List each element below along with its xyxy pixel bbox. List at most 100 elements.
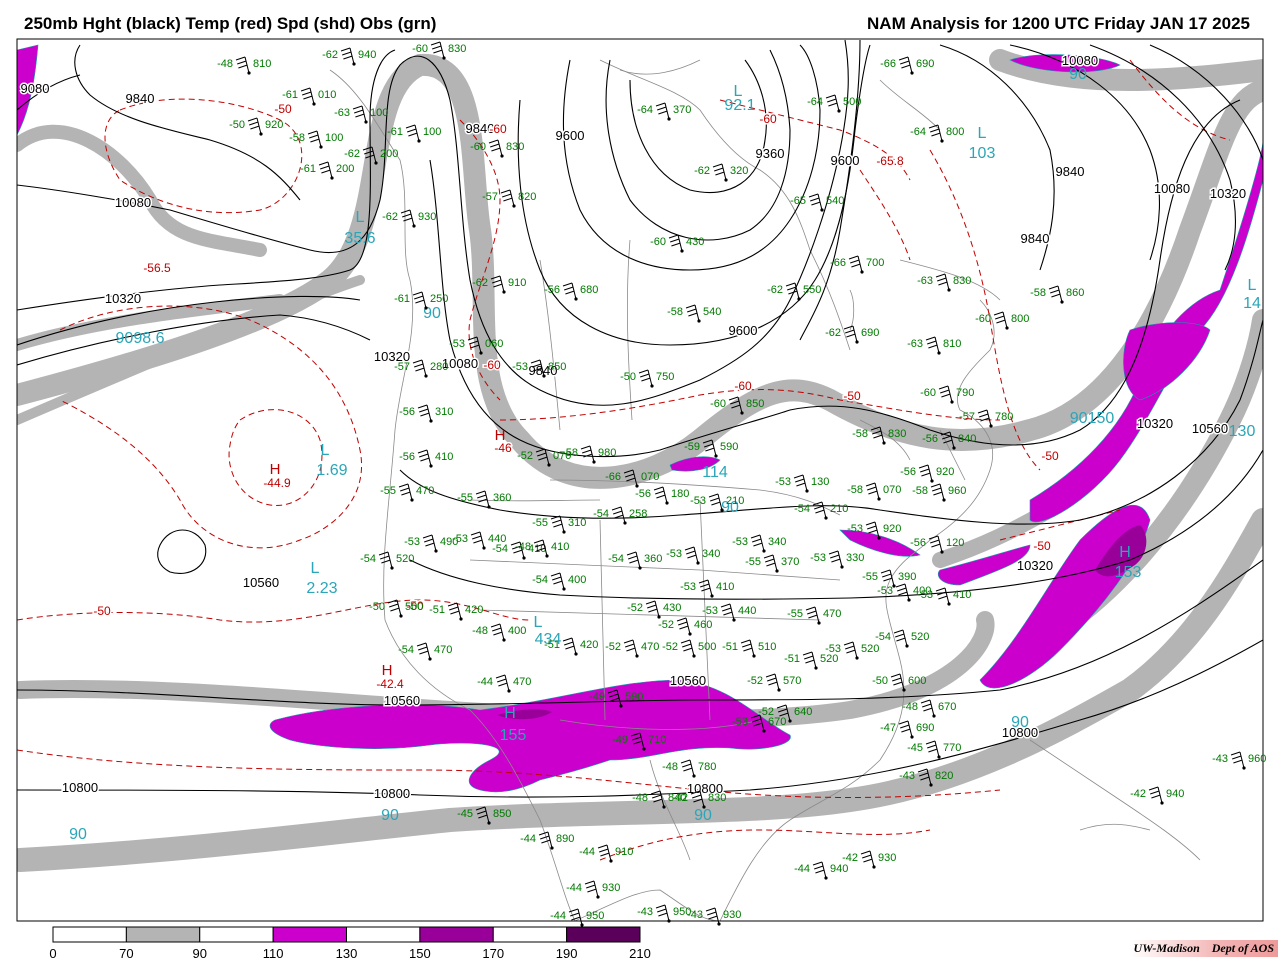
obs-temperature: -56 [900, 466, 916, 478]
obs-height: 420 [580, 639, 598, 651]
obs-temperature: -48 [217, 58, 233, 70]
height-label: 10080 [1154, 181, 1190, 196]
obs-height: 410 [551, 541, 569, 553]
obs-temperature: -43 [687, 909, 703, 921]
obs-temperature: -49 [612, 734, 628, 746]
colorbar-tick-label: 110 [263, 946, 284, 960]
obs-temperature: -54 [492, 543, 508, 555]
obs-height: 520 [861, 643, 879, 655]
obs-height: 410 [716, 581, 734, 593]
obs-temperature: -51 [544, 639, 560, 651]
height-label: 10320 [1137, 416, 1173, 431]
obs-height: 830 [506, 141, 524, 153]
obs-temperature: -58 [562, 447, 578, 459]
obs-height: 100 [423, 126, 441, 138]
obs-height: 500 [843, 96, 861, 108]
obs-height: 890 [556, 833, 574, 845]
speed-label: L [534, 614, 543, 631]
obs-temperature: -54 [398, 644, 414, 656]
obs-height: 250 [430, 293, 448, 305]
obs-temperature: -53 [449, 338, 465, 350]
obs-temperature: -56 [910, 537, 926, 549]
obs-temperature: -57 [394, 361, 410, 373]
obs-height: 670 [768, 716, 786, 728]
temperature-label: -50 [1041, 449, 1059, 463]
obs-height: 940 [1166, 788, 1184, 800]
obs-temperature: -48 [632, 792, 648, 804]
obs-temperature: -49 [589, 691, 605, 703]
speed-label: H [1119, 544, 1131, 561]
obs-height: 930 [602, 882, 620, 894]
obs-temperature: -60 [710, 398, 726, 410]
obs-height: 010 [318, 89, 336, 101]
obs-height: 950 [586, 910, 604, 922]
temperature-max-marker: H [382, 662, 393, 679]
obs-temperature: -59 [684, 441, 700, 453]
height-label: 9600 [831, 153, 860, 168]
temperature-label: -50 [843, 389, 861, 403]
obs-temperature: -62 [322, 49, 338, 61]
obs-height: 130 [811, 476, 829, 488]
obs-height: 400 [508, 625, 526, 637]
colorbar-tick-label: 170 [482, 946, 504, 960]
obs-temperature: -60 [650, 236, 666, 248]
obs-temperature: -60 [920, 387, 936, 399]
obs-height: 960 [948, 485, 966, 497]
obs-temperature: -52 [517, 450, 533, 462]
height-label: 9840 [1021, 231, 1050, 246]
speed-label: 90150 [1070, 410, 1115, 427]
obs-height: 070 [641, 471, 659, 483]
obs-temperature: -60 [975, 313, 991, 325]
colorbar-swatch [346, 926, 421, 943]
obs-temperature: -56 [635, 488, 651, 500]
obs-temperature: -54 [608, 553, 624, 565]
obs-temperature: -58 [1030, 287, 1046, 299]
obs-height: 440 [738, 605, 756, 617]
obs-height: 850 [746, 398, 764, 410]
height-label: 9600 [556, 128, 585, 143]
obs-temperature: -55 [380, 485, 396, 497]
colorbar-swatch [125, 926, 201, 943]
obs-height: 690 [916, 58, 934, 70]
obs-height: 830 [708, 792, 726, 804]
obs-height: 520 [820, 653, 838, 665]
obs-temperature: -43 [637, 906, 653, 918]
speed-label: 14 [1243, 295, 1261, 312]
colorbar-tick-label: 210 [629, 946, 651, 960]
obs-temperature: -44 [566, 882, 582, 894]
obs-height: 310 [435, 406, 453, 418]
obs-height: 500 [405, 601, 423, 613]
obs-temperature: -42 [672, 792, 688, 804]
obs-temperature: -56 [399, 406, 415, 418]
obs-height: 520 [911, 631, 929, 643]
obs-height: 800 [946, 126, 964, 138]
obs-height: 830 [888, 428, 906, 440]
obs-temperature: -52 [658, 619, 674, 631]
height-label: 10560 [670, 673, 706, 688]
obs-height: 200 [336, 163, 354, 175]
obs-temperature: -63 [907, 338, 923, 350]
obs-temperature: -62 [382, 211, 398, 223]
height-label: 9840 [1056, 164, 1085, 179]
temperature-label: -60 [734, 379, 752, 393]
obs-height: 930 [878, 852, 896, 864]
obs-temperature: -66 [605, 471, 621, 483]
obs-height: 690 [916, 722, 934, 734]
obs-height: 280 [430, 361, 448, 373]
speed-label: 90 [69, 826, 87, 843]
obs-temperature: -58 [667, 306, 683, 318]
obs-temperature: -44 [794, 863, 810, 875]
obs-height: 420 [465, 604, 483, 616]
obs-temperature: -66 [880, 58, 896, 70]
obs-temperature: -64 [807, 96, 823, 108]
obs-height: 590 [625, 691, 643, 703]
obs-height: 790 [956, 387, 974, 399]
obs-temperature: -62 [472, 277, 488, 289]
obs-temperature: -50 [872, 675, 888, 687]
obs-height: 550 [803, 284, 821, 296]
obs-height: 520 [396, 553, 414, 565]
obs-height: 690 [861, 327, 879, 339]
obs-height: 930 [418, 211, 436, 223]
obs-temperature: -50 [369, 601, 385, 613]
obs-height: 830 [953, 275, 971, 287]
